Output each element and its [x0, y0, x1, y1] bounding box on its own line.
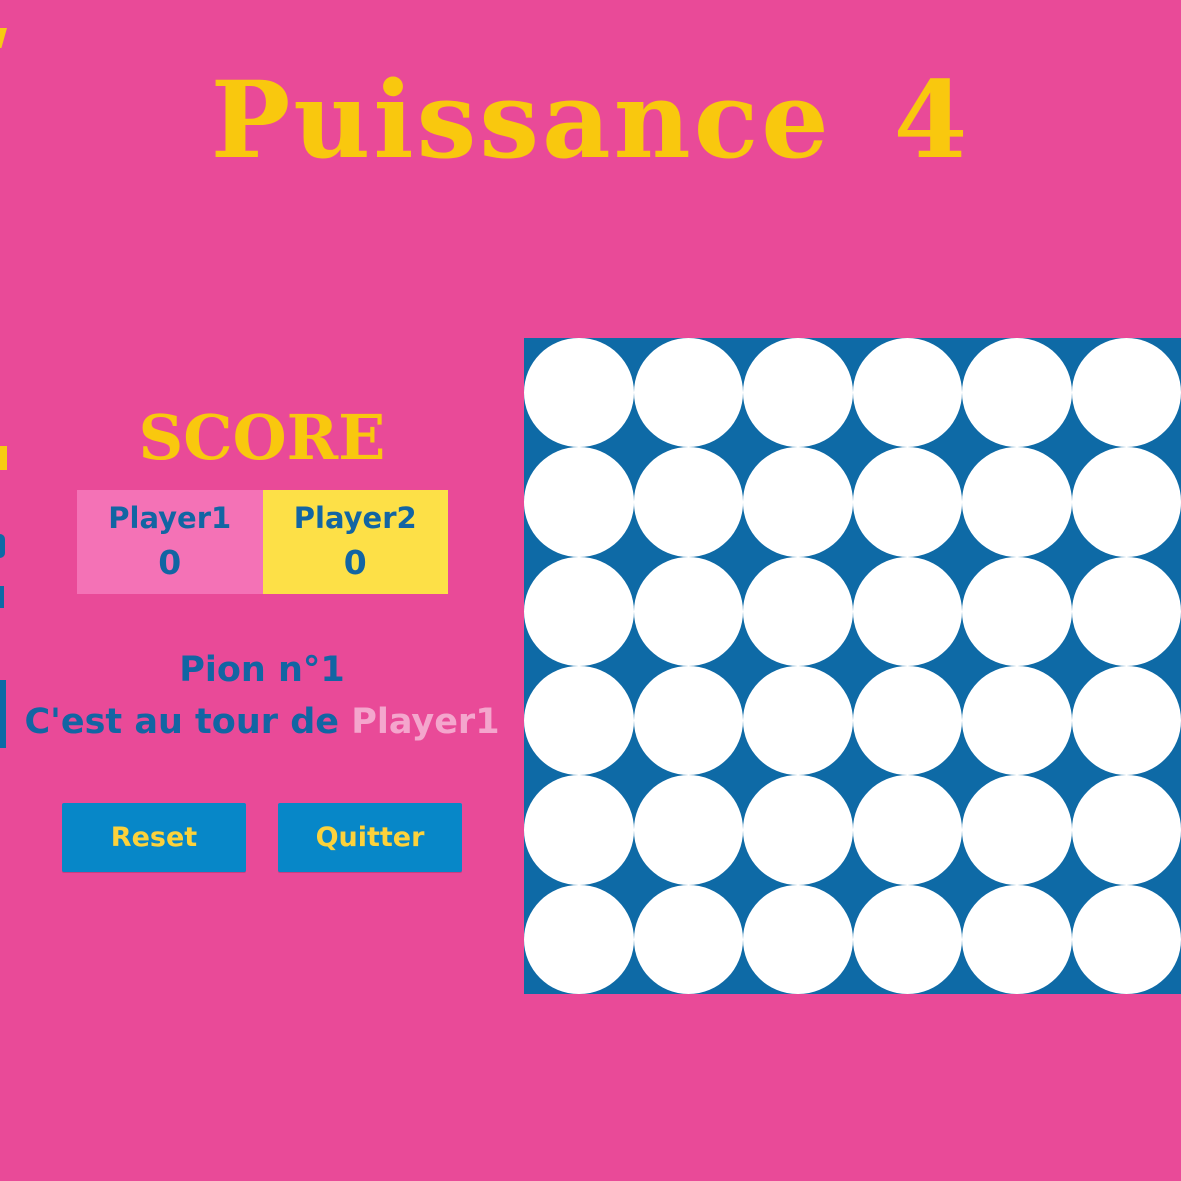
board-slot[interactable] [633, 556, 743, 666]
player2-points: 0 [343, 543, 367, 582]
board-slot[interactable] [524, 338, 634, 448]
board-slot[interactable] [962, 338, 1072, 448]
current-player-name: Player1 [351, 702, 500, 742]
board-slot[interactable] [852, 556, 962, 666]
player2-score-cell: Player2 0 [262, 490, 448, 594]
board-slot[interactable] [1071, 338, 1181, 448]
board-slot[interactable] [962, 447, 1072, 557]
board-slot[interactable] [1071, 556, 1181, 666]
score-table: Player1 0 Player2 0 [77, 490, 448, 594]
edge-decoration [0, 534, 5, 558]
board-slot[interactable] [743, 775, 853, 885]
score-panel: SCORE Player1 0 Player2 0 Pion n°1 C'est… [0, 400, 524, 872]
board-slot[interactable] [1071, 884, 1181, 994]
reset-button[interactable]: Reset [62, 803, 246, 872]
game-board [524, 338, 1181, 994]
player1-name: Player1 [108, 501, 232, 535]
board-slot[interactable] [1071, 666, 1181, 776]
edge-decoration [0, 28, 7, 48]
board-slot[interactable] [852, 884, 962, 994]
board-slot[interactable] [743, 447, 853, 557]
edge-decoration [0, 586, 4, 608]
board-slot[interactable] [743, 338, 853, 448]
board-slot[interactable] [633, 338, 743, 448]
player2-name: Player2 [293, 501, 417, 535]
turn-line: C'est au tour de Player1 [0, 696, 524, 748]
board-slot[interactable] [962, 884, 1072, 994]
board-slot[interactable] [962, 775, 1072, 885]
board-slot[interactable] [852, 775, 962, 885]
player1-score-cell: Player1 0 [77, 490, 263, 594]
quit-button[interactable]: Quitter [278, 803, 462, 872]
player1-points: 0 [158, 543, 182, 582]
board-slot[interactable] [852, 666, 962, 776]
board-slot[interactable] [852, 338, 962, 448]
board-slot[interactable] [633, 884, 743, 994]
board-slot[interactable] [743, 666, 853, 776]
board-slot[interactable] [1071, 447, 1181, 557]
turn-info: Pion n°1 C'est au tour de Player1 [0, 644, 524, 748]
board-slot[interactable] [524, 666, 634, 776]
board-slot[interactable] [633, 666, 743, 776]
board-slot[interactable] [524, 556, 634, 666]
board-slot[interactable] [1071, 775, 1181, 885]
pion-counter: Pion n°1 [179, 650, 345, 690]
board-slot[interactable] [633, 447, 743, 557]
board-slot[interactable] [743, 884, 853, 994]
board-slot[interactable] [524, 447, 634, 557]
board-slot[interactable] [633, 775, 743, 885]
score-title: SCORE [138, 401, 386, 474]
turn-prompt: C'est au tour de [24, 702, 339, 742]
board-slot[interactable] [524, 884, 634, 994]
board-slot[interactable] [962, 556, 1072, 666]
board-slot[interactable] [852, 447, 962, 557]
game-title: Puissance 4 [210, 57, 971, 182]
board-slot[interactable] [524, 775, 634, 885]
board-slot[interactable] [962, 666, 1072, 776]
board-slot[interactable] [743, 556, 853, 666]
